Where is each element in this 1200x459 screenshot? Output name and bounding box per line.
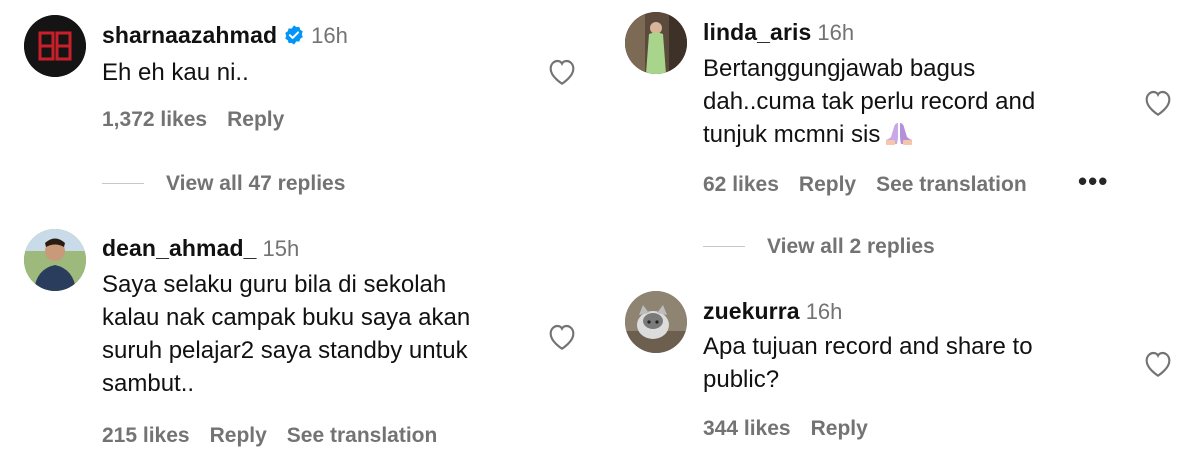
- comment-text-line: Saya selaku guru bila di sekolah: [102, 271, 447, 298]
- comment-header: zuekurra 16h: [703, 297, 842, 326]
- comment-text: Saya selaku guru bila di sekolah kalau n…: [102, 268, 470, 400]
- comment-actions: 215 likes Reply See translation: [102, 423, 457, 449]
- comment-text-line: suruh pelajar2 saya standby untuk: [102, 337, 468, 364]
- comment-text-line: kalau nak campak buku saya akan: [102, 304, 471, 331]
- comment-actions: 344 likes Reply: [703, 416, 888, 442]
- avatar[interactable]: [625, 291, 687, 353]
- comment-time: 16h: [805, 299, 843, 324]
- comment-header: dean_ahmad_ 15h: [102, 234, 299, 263]
- see-translation-button[interactable]: See translation: [287, 424, 438, 447]
- comment-text: Apa tujuan record and share to public?: [703, 330, 1033, 396]
- comment-item: dean_ahmad_ 15h Saya selaku guru bila di …: [0, 0, 600, 459]
- reply-button[interactable]: Reply: [210, 424, 267, 447]
- avatar[interactable]: [24, 229, 86, 291]
- comment-text-line: Apa tujuan record and share to: [703, 333, 1033, 360]
- avatar-photo-image: [24, 229, 86, 291]
- comment-item: zuekurra 16h Apa tujuan record and share …: [600, 0, 1200, 459]
- comment-text-line: sambut..: [102, 370, 195, 397]
- username[interactable]: zuekurra: [703, 298, 800, 324]
- reply-button[interactable]: Reply: [811, 417, 868, 440]
- likes-count[interactable]: 344 likes: [703, 417, 791, 440]
- comments-column-left: sharnaazahmad 16h Eh eh kau ni.. 1,372 li…: [0, 0, 600, 459]
- comments-column-right: linda_aris 16h Bertanggungjawab bagus dah…: [600, 0, 1200, 459]
- like-heart-icon[interactable]: [1142, 348, 1174, 378]
- comment-text-line: public?: [703, 366, 780, 393]
- avatar-cat-photo-image: [625, 291, 687, 353]
- username[interactable]: dean_ahmad_: [102, 235, 257, 261]
- like-heart-icon[interactable]: [546, 321, 578, 351]
- likes-count[interactable]: 215 likes: [102, 424, 190, 447]
- comment-time: 15h: [262, 236, 300, 261]
